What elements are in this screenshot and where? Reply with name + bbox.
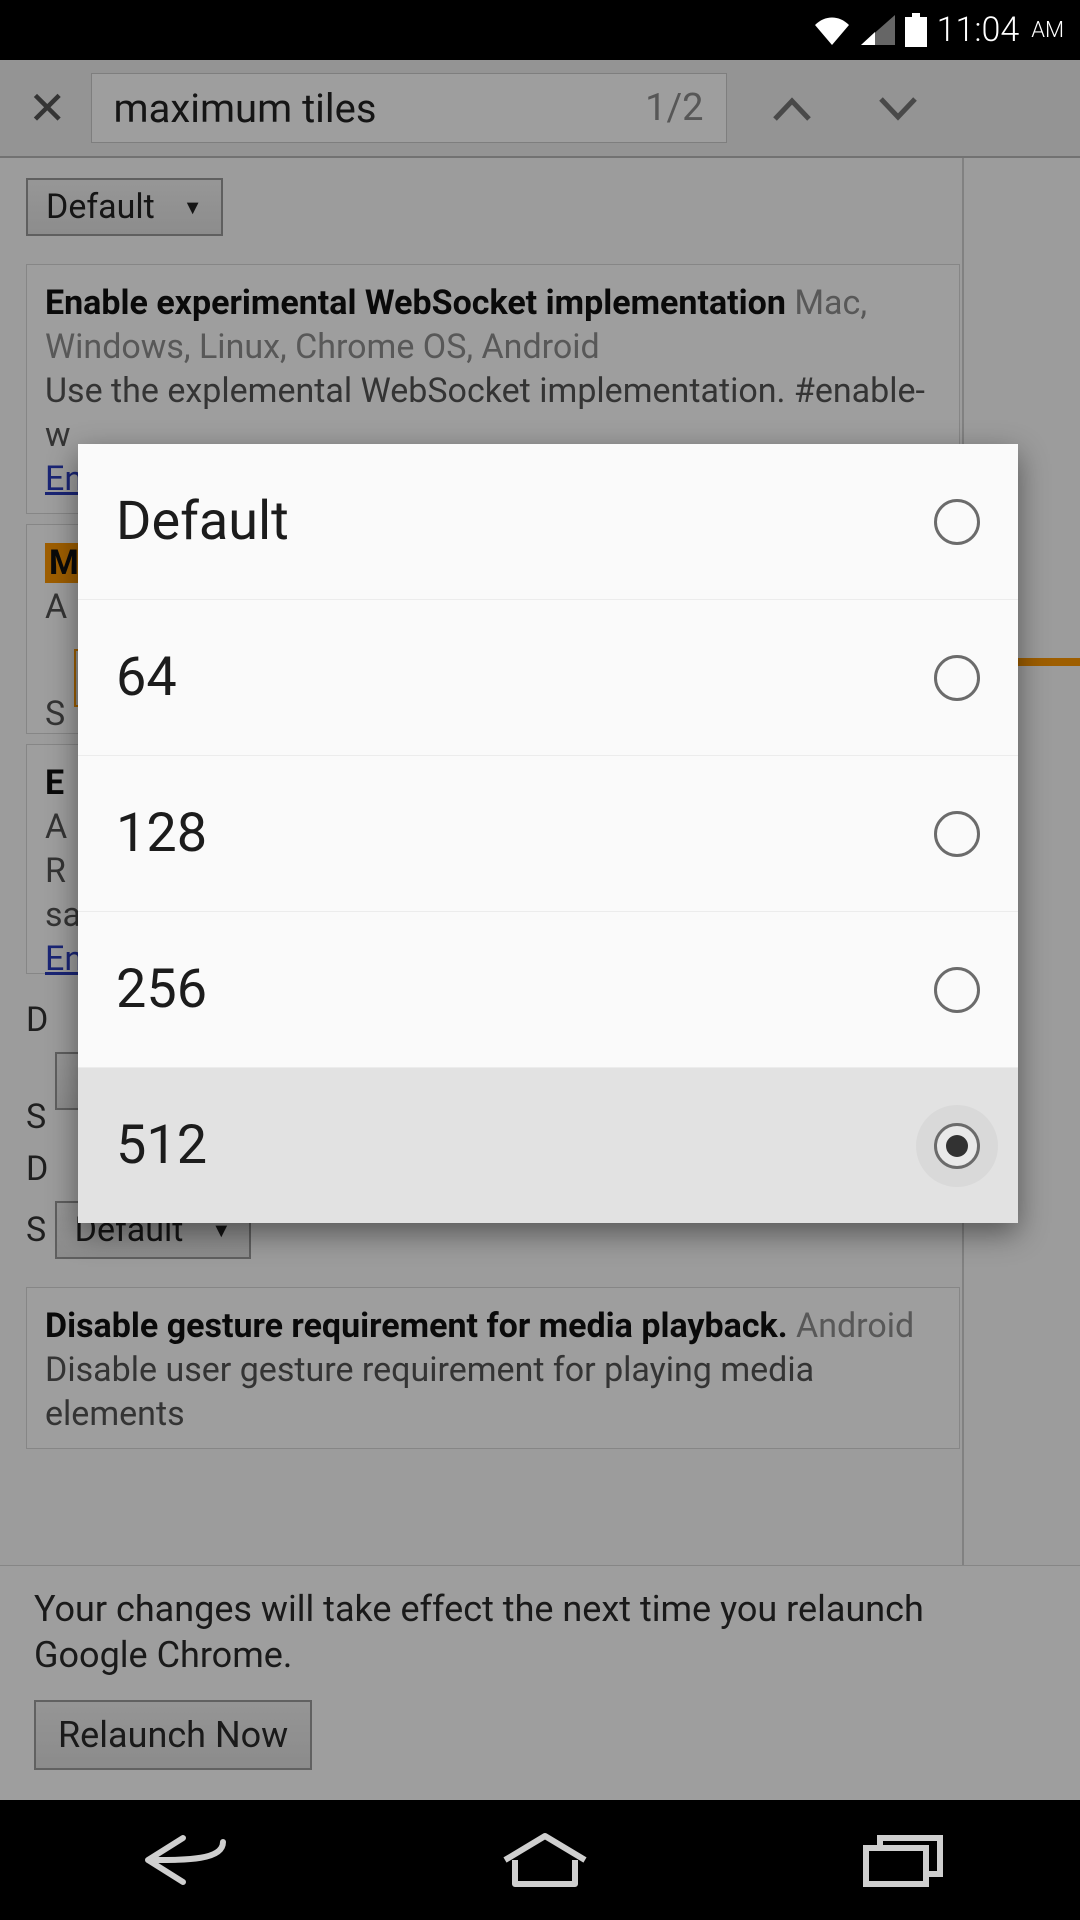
radio-icon-selected: [934, 1123, 980, 1169]
select-option[interactable]: 256: [78, 912, 1018, 1068]
select-option[interactable]: 64: [78, 600, 1018, 756]
option-label: Default: [116, 490, 289, 553]
radio-icon: [934, 967, 980, 1013]
option-label: 256: [116, 958, 207, 1021]
select-dialog: Default 64 128 256 512: [78, 444, 1018, 1223]
home-icon[interactable]: [495, 1830, 595, 1890]
radio-icon: [934, 499, 980, 545]
clock-ampm: AM: [1031, 18, 1064, 43]
wifi-icon: [813, 15, 851, 45]
system-nav-bar: [0, 1800, 1080, 1920]
status-bar: 11:04 AM: [0, 0, 1080, 60]
radio-icon: [934, 811, 980, 857]
cell-signal-icon: [861, 15, 895, 45]
recents-icon[interactable]: [852, 1830, 952, 1890]
option-label: 128: [116, 802, 207, 865]
back-icon[interactable]: [128, 1830, 238, 1890]
select-option[interactable]: 512: [78, 1068, 1018, 1223]
select-option[interactable]: Default: [78, 444, 1018, 600]
clock-time: 11:04: [937, 10, 1020, 50]
radio-icon: [934, 655, 980, 701]
option-label: 512: [116, 1114, 207, 1177]
battery-icon: [905, 13, 927, 47]
option-label: 64: [116, 646, 177, 709]
select-option[interactable]: 128: [78, 756, 1018, 912]
